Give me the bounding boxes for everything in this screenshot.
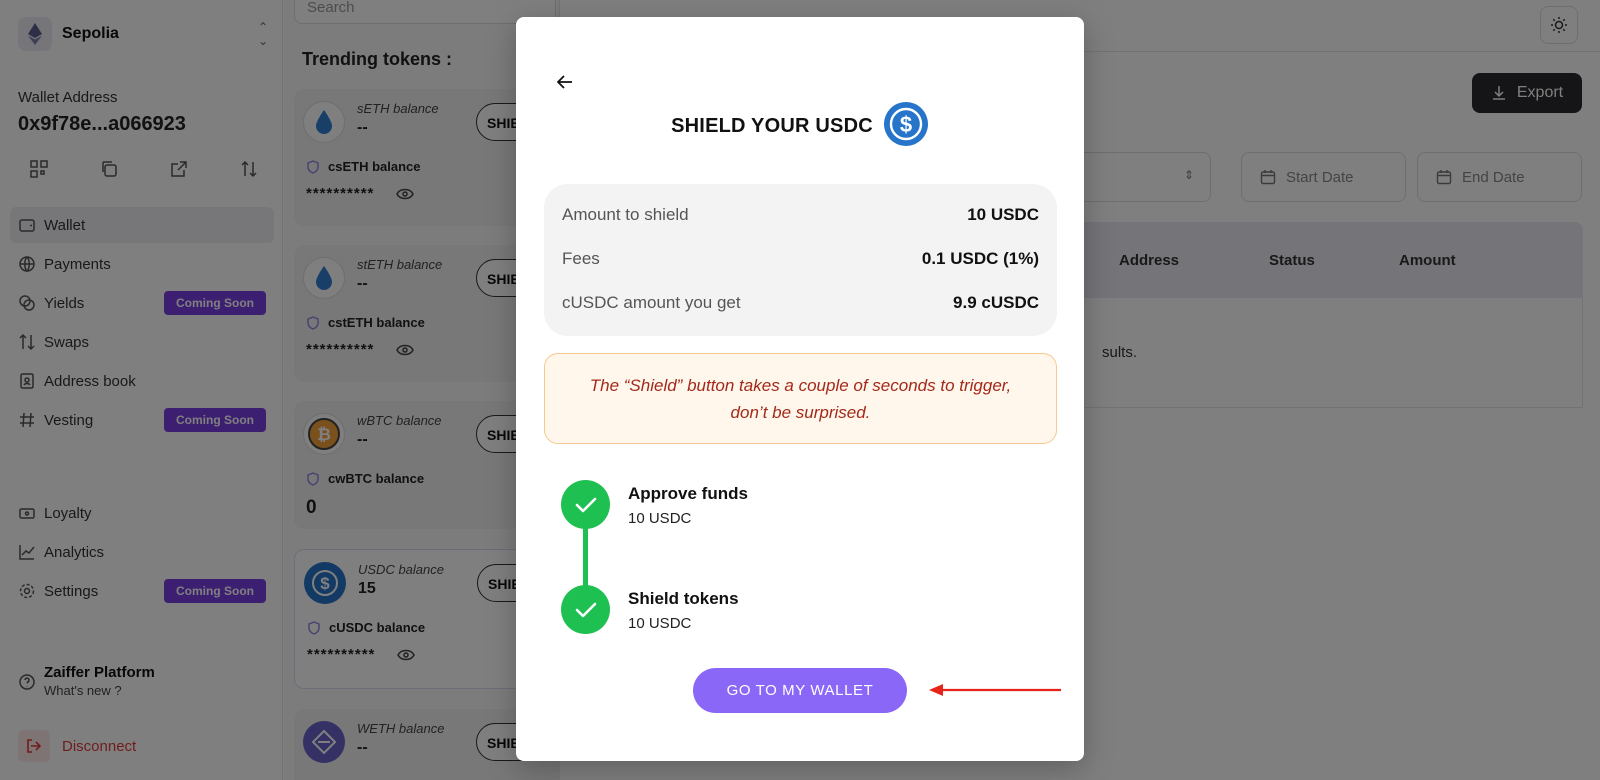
summary-row: cUSDC amount you get 9.9 cUSDC: [562, 293, 1039, 313]
summary-row: Amount to shield 10 USDC: [562, 205, 1039, 225]
shield-modal: SHIELD YOUR USDC $ Amount to shield 10 U…: [516, 17, 1084, 761]
summary-label: Amount to shield: [562, 205, 689, 224]
svg-text:$: $: [900, 112, 912, 137]
warning-note-line: The “Shield” button takes a couple of se…: [589, 375, 1012, 395]
check-icon: [561, 585, 610, 634]
step-connector: [583, 528, 588, 588]
step-title: Shield tokens: [628, 589, 739, 608]
shield-summary: Amount to shield 10 USDC Fees 0.1 USDC (…: [544, 184, 1057, 336]
summary-value: 10 USDC: [967, 205, 1039, 224]
modal-header: SHIELD YOUR USDC $: [516, 101, 1084, 152]
summary-row: Fees 0.1 USDC (1%): [562, 249, 1039, 269]
arrow-left-icon: [557, 75, 572, 89]
usdc-logo-icon: $: [883, 101, 929, 152]
go-to-wallet-button[interactable]: GO TO MY WALLET: [693, 668, 907, 713]
step-title: Approve funds: [628, 484, 748, 503]
step-approve-funds: Approve funds 10 USDC: [561, 480, 748, 529]
annotation-arrow-icon: [929, 684, 1061, 696]
step-subtitle: 10 USDC: [628, 615, 692, 632]
step-shield-tokens: Shield tokens 10 USDC: [561, 585, 739, 634]
step-subtitle: 10 USDC: [628, 510, 692, 527]
warning-note: The “Shield” button takes a couple of se…: [544, 353, 1057, 444]
warning-note-line: don’t be surprised.: [730, 402, 871, 422]
modal-title: SHIELD YOUR USDC: [671, 115, 873, 137]
summary-value: 0.1 USDC (1%): [921, 249, 1039, 268]
summary-label: Fees: [562, 249, 600, 268]
summary-value: 9.9 cUSDC: [953, 293, 1039, 312]
back-button[interactable]: [554, 71, 576, 93]
check-icon: [561, 480, 610, 529]
summary-label: cUSDC amount you get: [562, 293, 741, 312]
